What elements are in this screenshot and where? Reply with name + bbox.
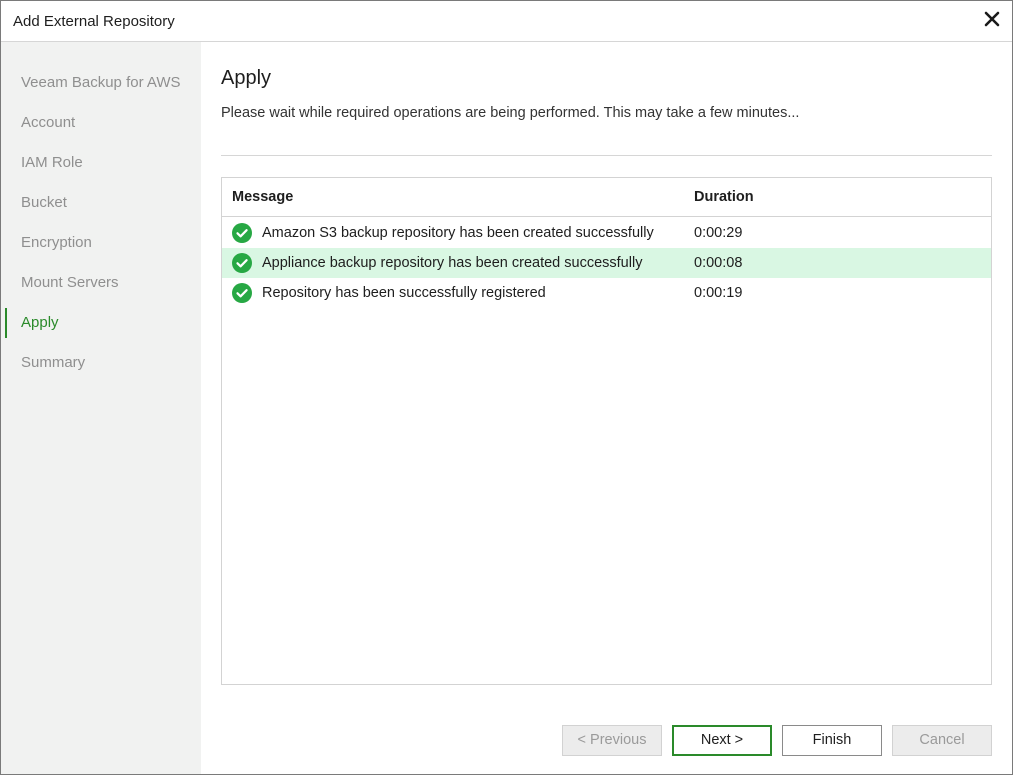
table-row[interactable]: Repository has been successfully registe… bbox=[222, 278, 991, 308]
operations-table[interactable]: Message Duration Amazon S3 backup reposi… bbox=[221, 177, 992, 685]
table-header: Message Duration bbox=[222, 178, 991, 217]
table-row[interactable]: Appliance backup repository has been cre… bbox=[222, 248, 991, 278]
step-veeam-backup-for-aws[interactable]: Veeam Backup for AWS bbox=[1, 68, 201, 98]
next-button[interactable]: Next > bbox=[672, 725, 772, 756]
step-label: Mount Servers bbox=[21, 274, 119, 291]
step-label: Apply bbox=[21, 314, 59, 331]
window-title: Add External Repository bbox=[13, 13, 175, 30]
step-mount-servers[interactable]: Mount Servers bbox=[1, 268, 201, 298]
row-duration: 0:00:29 bbox=[694, 225, 743, 241]
header-divider bbox=[221, 155, 992, 156]
finish-button[interactable]: Finish bbox=[782, 725, 882, 756]
row-message: Repository has been successfully registe… bbox=[262, 285, 546, 301]
column-header-message[interactable]: Message bbox=[232, 189, 293, 205]
row-message: Amazon S3 backup repository has been cre… bbox=[262, 225, 654, 241]
wizard-steps-sidebar: Veeam Backup for AWS Account IAM Role Bu… bbox=[1, 42, 201, 774]
close-button[interactable] bbox=[980, 7, 1004, 31]
page-description: Please wait while required operations ar… bbox=[221, 105, 800, 121]
table-row[interactable]: Amazon S3 backup repository has been cre… bbox=[222, 218, 991, 248]
close-icon bbox=[984, 11, 1000, 27]
step-label: Veeam Backup for AWS bbox=[21, 74, 181, 91]
step-account[interactable]: Account bbox=[1, 108, 201, 138]
add-external-repository-dialog: Add External Repository Veeam Backup for… bbox=[0, 0, 1013, 775]
title-bar: Add External Repository bbox=[1, 1, 1012, 42]
step-bucket[interactable]: Bucket bbox=[1, 188, 201, 218]
step-label: Bucket bbox=[21, 194, 67, 211]
step-iam-role[interactable]: IAM Role bbox=[1, 148, 201, 178]
page-title: Apply bbox=[221, 67, 272, 89]
row-duration: 0:00:08 bbox=[694, 255, 743, 271]
row-message: Appliance backup repository has been cre… bbox=[262, 255, 643, 271]
step-summary[interactable]: Summary bbox=[1, 348, 201, 378]
step-encryption[interactable]: Encryption bbox=[1, 228, 201, 258]
step-label: Encryption bbox=[21, 234, 92, 251]
step-label: Account bbox=[21, 114, 76, 131]
success-check-icon bbox=[232, 253, 252, 273]
step-label: IAM Role bbox=[21, 154, 83, 171]
success-check-icon bbox=[232, 223, 252, 243]
success-check-icon bbox=[232, 283, 252, 303]
row-duration: 0:00:19 bbox=[694, 285, 743, 301]
previous-button[interactable]: < Previous bbox=[562, 725, 662, 756]
column-header-duration[interactable]: Duration bbox=[694, 189, 754, 205]
step-content: Apply Please wait while required operati… bbox=[202, 42, 1012, 774]
step-label: Summary bbox=[21, 354, 86, 371]
step-apply[interactable]: Apply bbox=[1, 308, 201, 338]
cancel-button[interactable]: Cancel bbox=[892, 725, 992, 756]
